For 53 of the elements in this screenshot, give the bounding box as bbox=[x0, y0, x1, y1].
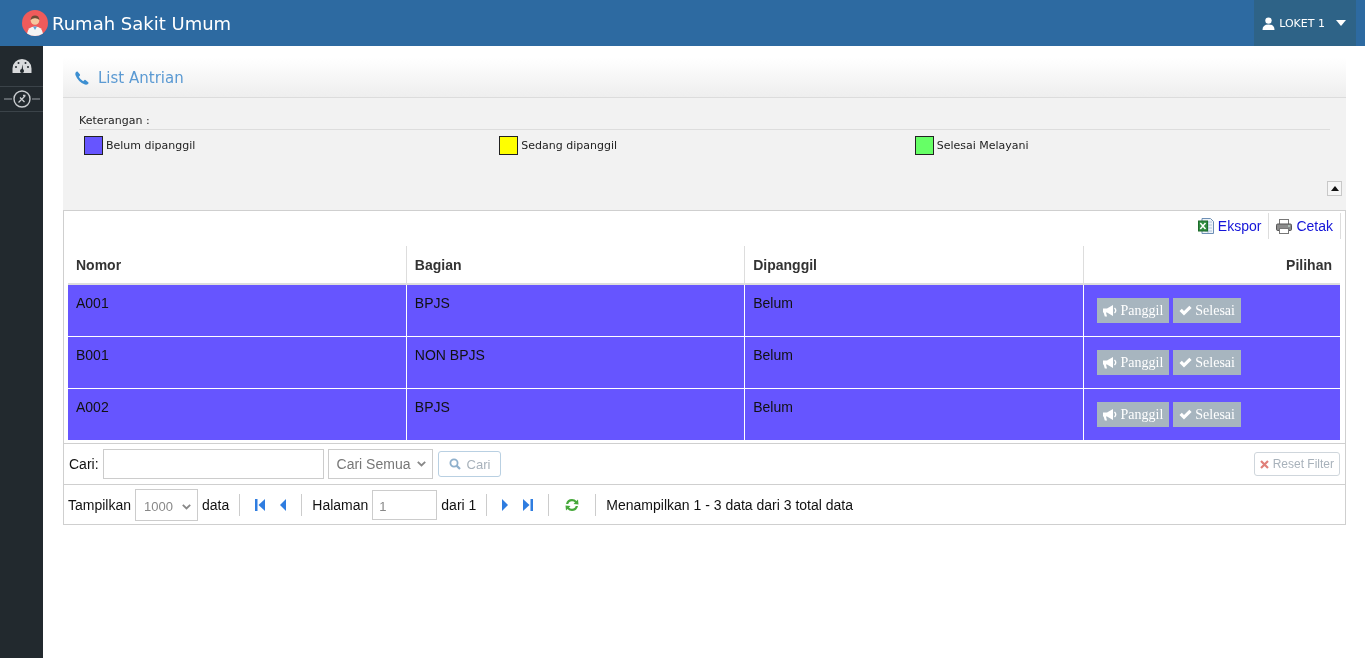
spreadsheet-icon bbox=[1197, 218, 1214, 234]
table-cell: Belum bbox=[753, 295, 793, 311]
user-icon bbox=[1262, 16, 1276, 30]
export-link[interactable]: Ekspor bbox=[1190, 213, 1270, 239]
panel-title: List Antrian bbox=[98, 68, 184, 87]
legend-text: Sedang dipanggil bbox=[521, 139, 618, 152]
app-title: Rumah Sakit Umum bbox=[52, 12, 232, 34]
table-cell: Belum bbox=[753, 347, 793, 363]
page-size-select[interactable]: 1000 bbox=[135, 488, 199, 521]
circle-emblem-icon[interactable] bbox=[3, 90, 40, 108]
previous-page-icon[interactable] bbox=[280, 498, 287, 511]
table-cell: A002 bbox=[76, 399, 109, 415]
caret-down-icon bbox=[1336, 20, 1346, 26]
print-link[interactable]: Cetak bbox=[1269, 213, 1341, 239]
legend-text: Belum dipanggil bbox=[106, 139, 196, 152]
phone-icon bbox=[75, 70, 89, 85]
printer-icon bbox=[1276, 218, 1293, 234]
legend-label: Keterangan : bbox=[79, 114, 1330, 130]
table-cell: BPJS bbox=[414, 399, 450, 415]
cross-icon bbox=[1259, 459, 1269, 469]
table-cell: Belum bbox=[753, 399, 793, 415]
page-label: Halaman bbox=[312, 496, 369, 513]
table-cell: NON BPJS bbox=[414, 347, 485, 363]
unit-label: data bbox=[202, 496, 230, 513]
megaphone-icon bbox=[1102, 408, 1118, 421]
user-menu-button[interactable]: LOKET 1 bbox=[1254, 0, 1356, 46]
megaphone-icon bbox=[1102, 356, 1118, 369]
chevron-down-icon bbox=[416, 461, 426, 467]
search-field[interactable] bbox=[102, 449, 324, 479]
triangle-up-icon bbox=[1330, 186, 1339, 191]
page-number-field[interactable]: 1 bbox=[372, 489, 438, 520]
table-cell: A001 bbox=[76, 295, 109, 311]
scope-select[interactable]: Cari Semua bbox=[327, 449, 433, 479]
legend-text: Selesai Melayani bbox=[936, 139, 1029, 152]
table-cell: B001 bbox=[76, 347, 109, 363]
collapse-button[interactable] bbox=[1327, 181, 1342, 196]
check-icon bbox=[1179, 357, 1193, 368]
search-label: Cari: bbox=[69, 456, 99, 472]
person-avatar-icon bbox=[22, 10, 48, 36]
last-page-icon[interactable] bbox=[522, 498, 534, 511]
gauge-icon[interactable] bbox=[11, 58, 32, 74]
page-summary: Menampilkan 1 - 3 data dari 3 total data bbox=[606, 496, 854, 513]
page-size-label: Tampilkan bbox=[68, 496, 132, 513]
megaphone-icon bbox=[1102, 304, 1118, 317]
first-page-icon[interactable] bbox=[255, 498, 267, 511]
page-count-label: dari 1 bbox=[441, 496, 477, 513]
chevron-down-icon bbox=[182, 503, 192, 510]
refresh-icon[interactable] bbox=[564, 497, 581, 512]
check-icon bbox=[1179, 409, 1193, 420]
next-page-icon[interactable] bbox=[502, 498, 509, 511]
check-icon bbox=[1179, 305, 1193, 316]
table-cell: BPJS bbox=[414, 295, 450, 311]
search-icon bbox=[448, 458, 461, 470]
